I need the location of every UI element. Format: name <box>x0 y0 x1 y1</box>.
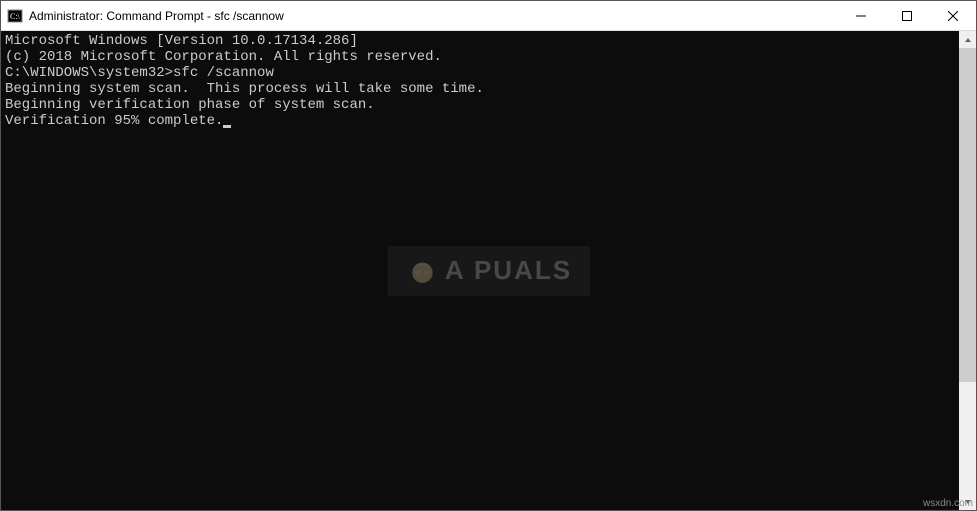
terminal-line: Microsoft Windows [Version 10.0.17134.28… <box>5 33 955 49</box>
source-label: wsxdn.com <box>923 498 973 509</box>
window-controls <box>838 1 976 30</box>
titlebar[interactable]: C:\ Administrator: Command Prompt - sfc … <box>1 1 976 31</box>
terminal-area: Microsoft Windows [Version 10.0.17134.28… <box>1 31 976 510</box>
terminal-line: C:\WINDOWS\system32>sfc /scannow <box>5 65 955 81</box>
command-prompt-window: C:\ Administrator: Command Prompt - sfc … <box>0 0 977 511</box>
cmd-icon: C:\ <box>7 8 23 24</box>
scroll-up-button[interactable] <box>959 31 976 48</box>
svg-text:C:\: C:\ <box>10 12 21 21</box>
terminal-cursor <box>223 125 231 128</box>
terminal-line: (c) 2018 Microsoft Corporation. All righ… <box>5 49 955 65</box>
terminal-line: Beginning system scan. This process will… <box>5 81 955 97</box>
window-title: Administrator: Command Prompt - sfc /sca… <box>29 9 284 23</box>
terminal-line: Verification 95% complete. <box>5 113 955 129</box>
maximize-button[interactable] <box>884 1 930 30</box>
scrollbar-thumb[interactable] <box>959 48 976 382</box>
close-button[interactable] <box>930 1 976 30</box>
terminal-output[interactable]: Microsoft Windows [Version 10.0.17134.28… <box>1 31 959 510</box>
scrollbar-track[interactable] <box>959 48 976 493</box>
vertical-scrollbar[interactable] <box>959 31 976 510</box>
minimize-button[interactable] <box>838 1 884 30</box>
terminal-line: Beginning verification phase of system s… <box>5 97 955 113</box>
